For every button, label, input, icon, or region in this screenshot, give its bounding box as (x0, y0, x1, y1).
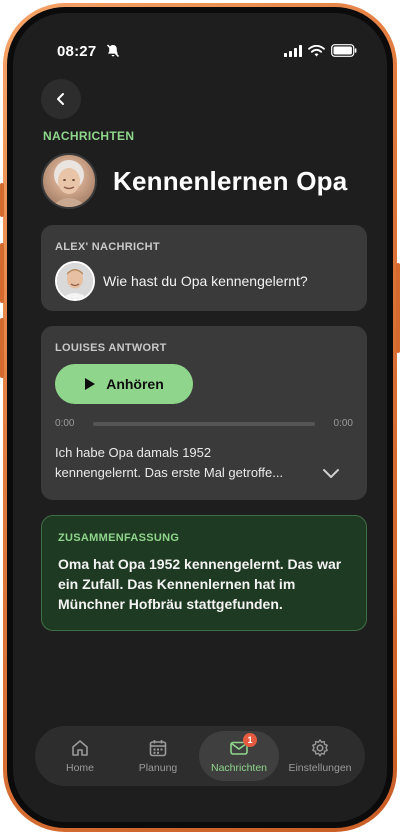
summary-text: Oma hat Opa 1952 kennengelernt. Das war … (58, 556, 342, 612)
message-card: ALEX' NACHRICHT Wie hast du Opa kennenge… (41, 225, 367, 311)
calendar-icon (149, 740, 167, 757)
chevron-left-icon (57, 93, 64, 105)
side-button (0, 183, 4, 217)
play-button[interactable]: Anhören (55, 364, 193, 404)
audio-seek-bar[interactable] (93, 421, 315, 426)
transcript-line: kennengelernt. Das erste Mal getroffe... (55, 465, 284, 480)
tab-bar: Home Planung 1 Nachrichten Einstellungen (35, 726, 365, 786)
total-time: 0:00 (333, 418, 353, 429)
avatar-portrait (51, 160, 87, 207)
notification-badge: 1 (243, 733, 257, 747)
home-icon (72, 740, 88, 756)
transcript-line: Ich habe Opa damals 1952 (55, 445, 212, 460)
title-row: Kennenlernen Opa (41, 153, 347, 209)
wifi-icon (308, 44, 325, 56)
avatar-portrait (57, 263, 93, 299)
tab-label: Einstellungen (288, 762, 352, 774)
answer-card: LOUISES ANTWORT Anhören 0:00 0:00 Ich ha… (41, 326, 367, 500)
section-label: NACHRICHTEN (43, 129, 135, 143)
status-time: 08:27 (57, 43, 97, 60)
signal-icon (284, 44, 302, 57)
phone-frame: 08:27 NACHRICHTEN Kennenlernen Opa ALEX'… (0, 3, 400, 832)
summary-card: ZUSAMMENFASSUNG Oma hat Opa 1952 kenneng… (41, 515, 367, 631)
transcript: Ich habe Opa damals 1952 kennengelernt. … (55, 443, 353, 483)
tab-home[interactable]: Home (43, 731, 117, 781)
side-button (0, 318, 4, 378)
avatar (41, 153, 97, 209)
tab-label: Home (65, 762, 94, 774)
current-time: 0:00 (55, 418, 75, 429)
side-button (0, 243, 4, 303)
tab-planung[interactable]: Planung (121, 731, 195, 781)
play-button-label: Anhören (106, 376, 164, 392)
tab-einstellungen[interactable]: Einstellungen (283, 731, 357, 781)
bell-muted-icon (106, 44, 120, 58)
avatar (55, 261, 95, 301)
tab-label: Planung (138, 762, 178, 774)
tab-nachrichten[interactable]: 1 Nachrichten (199, 731, 279, 781)
battery-icon (331, 44, 357, 57)
answer-card-label: LOUISES ANTWORT (55, 342, 167, 354)
transcript-text: Ich habe Opa damals 1952 kennengelernt. … (55, 443, 313, 483)
message-text: Wie hast du Opa kennengelernt? (103, 273, 308, 289)
side-button (396, 263, 400, 353)
summary-label: ZUSAMMENFASSUNG (58, 532, 180, 544)
status-bar: 08:27 (13, 13, 387, 69)
play-icon (85, 378, 96, 390)
tab-label: Nachrichten (210, 762, 268, 774)
status-icons (284, 44, 357, 57)
app-screen: 08:27 NACHRICHTEN Kennenlernen Opa ALEX'… (13, 13, 387, 822)
gear-icon (312, 739, 328, 757)
audio-progress: 0:00 0:00 (55, 418, 353, 429)
message-row: Wie hast du Opa kennengelernt? (55, 261, 353, 301)
back-button[interactable] (41, 79, 81, 119)
message-card-label: ALEX' NACHRICHT (55, 241, 160, 253)
chevron-down-icon[interactable] (321, 467, 341, 481)
page-title: Kennenlernen Opa (113, 165, 348, 196)
